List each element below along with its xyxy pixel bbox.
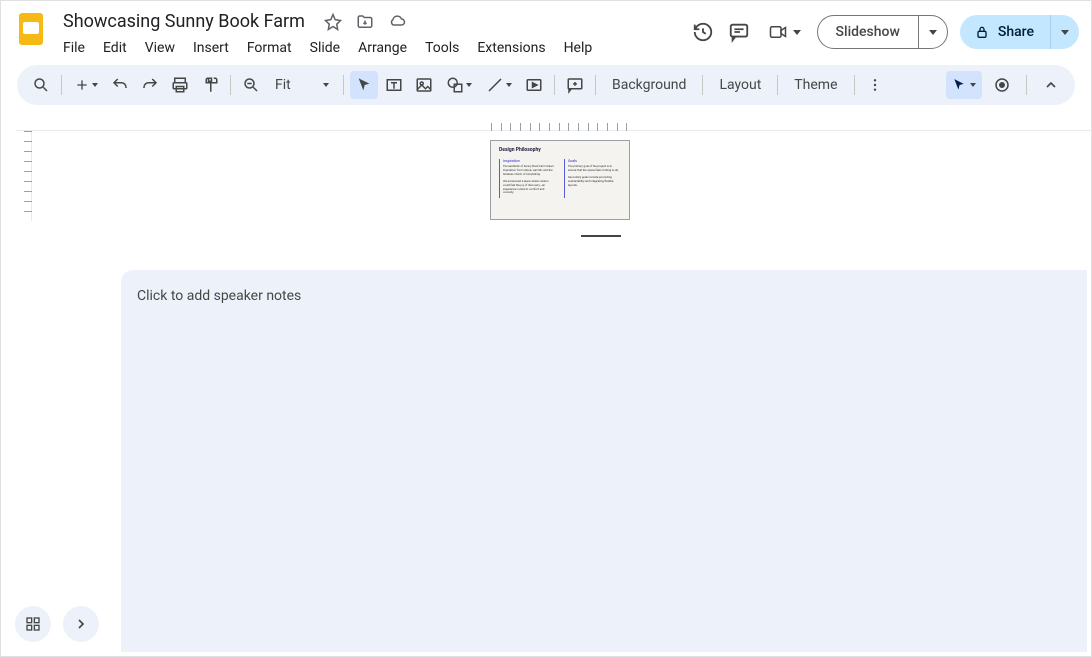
- more-options-button[interactable]: [861, 71, 889, 99]
- separator: [554, 75, 555, 95]
- zoom-select[interactable]: Fit: [267, 71, 337, 99]
- menu-edit[interactable]: Edit: [95, 36, 135, 60]
- chevron-down-icon: [323, 83, 329, 87]
- chevron-down-icon: [970, 83, 976, 87]
- slideshow-button[interactable]: Slideshow: [818, 16, 918, 48]
- zoom-button[interactable]: [237, 71, 265, 99]
- zoom-label: Fit: [275, 77, 291, 93]
- toolbar-right: [946, 71, 1065, 99]
- slide-column-1[interactable]: Inspiration The aesthetic of Sunny Book …: [499, 159, 556, 198]
- cursor-icon: [952, 78, 966, 92]
- chevron-down-icon: [506, 83, 512, 87]
- share-button[interactable]: Share: [960, 15, 1050, 49]
- speaker-notes-panel[interactable]: Click to add speaker notes: [121, 270, 1087, 652]
- pointer-mode-group[interactable]: [946, 71, 982, 99]
- layout-button[interactable]: Layout: [709, 71, 771, 99]
- menu-insert[interactable]: Insert: [185, 36, 237, 60]
- grid-view-button[interactable]: [15, 606, 51, 642]
- col2-text: The primary goal of the project is to en…: [568, 165, 621, 173]
- notes-placeholder[interactable]: Click to add speaker notes: [137, 288, 1071, 304]
- title-area: Showcasing Sunny Book Farm File Edit Vie…: [57, 9, 600, 60]
- meet-button[interactable]: [763, 19, 805, 45]
- print-button[interactable]: [166, 71, 194, 99]
- collapse-toolbar-button[interactable]: [1037, 71, 1065, 99]
- share-dropdown[interactable]: [1050, 15, 1079, 49]
- record-button[interactable]: [988, 71, 1016, 99]
- app-header: Showcasing Sunny Book Farm File Edit Vie…: [1, 1, 1091, 61]
- slides-logo[interactable]: [13, 11, 49, 47]
- redo-button[interactable]: [136, 71, 164, 99]
- comments-icon[interactable]: [727, 20, 751, 44]
- separator: [854, 75, 855, 95]
- chevron-down-icon: [929, 30, 937, 35]
- menu-file[interactable]: File: [55, 36, 93, 60]
- ruler-vertical: [16, 131, 32, 221]
- menu-extensions[interactable]: Extensions: [469, 36, 553, 60]
- shape-tool[interactable]: [440, 71, 478, 99]
- textbox-tool[interactable]: [380, 71, 408, 99]
- col1-text: We envisioned a place where visitors cou…: [503, 180, 556, 196]
- header-right: Slideshow Share: [691, 9, 1079, 49]
- slide-indicator: [581, 235, 621, 237]
- share-label: Share: [998, 24, 1034, 40]
- col1-heading: Inspiration: [503, 159, 556, 163]
- menu-format[interactable]: Format: [239, 36, 300, 60]
- document-title[interactable]: Showcasing Sunny Book Farm: [57, 9, 311, 34]
- next-button[interactable]: [63, 606, 99, 642]
- video-tool[interactable]: [520, 71, 548, 99]
- col1-text: The aesthetic of Sunny Book Farm draws i…: [503, 165, 556, 177]
- share-group: Share: [960, 15, 1079, 49]
- chevron-down-icon: [1061, 30, 1069, 35]
- move-folder-icon[interactable]: [355, 12, 375, 32]
- menubar: File Edit View Insert Format Slide Arran…: [55, 36, 600, 60]
- star-icon[interactable]: [323, 12, 343, 32]
- menu-tools[interactable]: Tools: [417, 36, 467, 60]
- search-menus-button[interactable]: [27, 71, 55, 99]
- new-slide-button[interactable]: [68, 71, 104, 99]
- menu-arrange[interactable]: Arrange: [350, 36, 415, 60]
- comment-tool[interactable]: [561, 71, 589, 99]
- col2-text: Secondary goals include promoting sustai…: [568, 176, 621, 188]
- separator: [61, 75, 62, 95]
- separator: [343, 75, 344, 95]
- history-icon[interactable]: [691, 20, 715, 44]
- image-tool[interactable]: [410, 71, 438, 99]
- slideshow-group: Slideshow: [817, 15, 948, 49]
- slide-column-2[interactable]: Goals The primary goal of the project is…: [564, 159, 621, 198]
- bottom-left-controls: [15, 606, 99, 642]
- menu-help[interactable]: Help: [556, 36, 601, 60]
- toolbar: Fit Background Layout Theme: [17, 65, 1075, 105]
- separator: [1026, 75, 1027, 95]
- paint-format-button[interactable]: [196, 71, 224, 99]
- select-tool[interactable]: [350, 71, 378, 99]
- chevron-down-icon: [793, 30, 801, 35]
- separator: [702, 75, 703, 95]
- undo-button[interactable]: [106, 71, 134, 99]
- separator: [230, 75, 231, 95]
- ruler-horizontal: [16, 115, 1091, 131]
- col2-heading: Goals: [568, 159, 621, 163]
- theme-button[interactable]: Theme: [784, 71, 847, 99]
- chevron-down-icon: [92, 83, 98, 87]
- menu-view[interactable]: View: [137, 36, 183, 60]
- separator: [595, 75, 596, 95]
- separator: [777, 75, 778, 95]
- cloud-status-icon[interactable]: [387, 12, 407, 32]
- slide-title[interactable]: Design Philosophy: [499, 147, 621, 153]
- chevron-down-icon: [466, 83, 472, 87]
- background-button[interactable]: Background: [602, 71, 696, 99]
- lock-icon: [974, 24, 990, 40]
- slide-canvas[interactable]: Design Philosophy Inspiration The aesthe…: [490, 140, 630, 220]
- menu-slide[interactable]: Slide: [302, 36, 348, 60]
- line-tool[interactable]: [480, 71, 518, 99]
- slideshow-dropdown[interactable]: [918, 16, 947, 48]
